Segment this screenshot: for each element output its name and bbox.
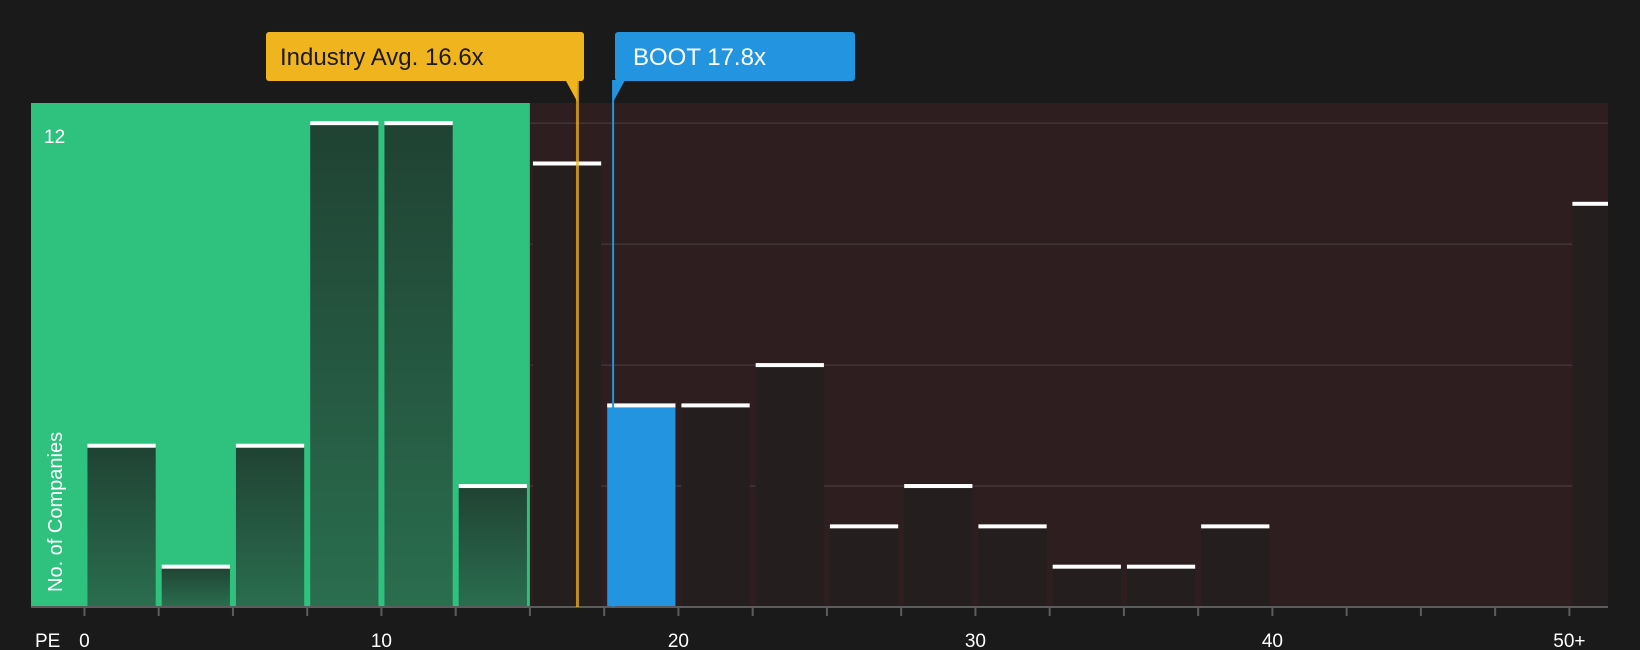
y-axis-label-text: No. of Companies — [45, 432, 67, 592]
histogram-bar-cap — [829, 524, 899, 529]
histogram-bar — [1201, 526, 1270, 607]
histogram-bar — [755, 365, 824, 607]
histogram-bar-cap — [532, 161, 602, 166]
histogram-bar — [978, 526, 1047, 607]
x-tick-label: 0 — [79, 631, 90, 650]
histogram-bar-cap — [1572, 201, 1608, 206]
histogram-bar — [161, 566, 230, 607]
histogram-bar-cap — [978, 524, 1047, 529]
histogram-bar-cap — [1126, 564, 1196, 569]
x-tick-label: 30 — [965, 631, 986, 650]
histogram-bar — [235, 445, 305, 607]
x-tick-label: 10 — [371, 631, 392, 650]
y-tick-label: 12 — [44, 127, 65, 148]
x-tick-label: 50+ — [1553, 631, 1585, 650]
histogram-bar-cap — [161, 564, 230, 569]
histogram-bar — [532, 163, 602, 608]
company-pe-label: BOOT 17.8x — [633, 44, 766, 71]
histogram-bar — [829, 526, 899, 607]
x-axis-label: PE — [35, 631, 60, 650]
histogram-bar — [1572, 203, 1608, 608]
histogram-bar — [1052, 566, 1121, 607]
histogram-bar — [310, 123, 379, 607]
x-tick-label: 20 — [668, 631, 689, 650]
histogram-bar-cap — [1052, 564, 1121, 569]
histogram-bar-cap — [904, 484, 973, 489]
histogram-bar — [87, 445, 156, 607]
histogram-bar-cap — [607, 403, 676, 408]
company-pointer — [613, 80, 626, 102]
histogram-bar — [458, 486, 527, 607]
histogram-bar — [1126, 566, 1196, 607]
histogram-bar — [681, 405, 750, 607]
histogram-bar-cap — [1201, 524, 1270, 529]
histogram-bar — [607, 405, 676, 607]
x-tick-label: 40 — [1262, 631, 1283, 650]
histogram-bar-cap — [458, 484, 527, 489]
industry-average-pointer — [565, 80, 578, 102]
histogram-bar-cap — [755, 363, 824, 368]
histogram-bar — [384, 123, 453, 607]
histogram-bar-cap — [87, 443, 156, 448]
histogram-bar-cap — [310, 121, 379, 126]
industry-average-label: Industry Avg. 16.6x — [280, 44, 484, 71]
histogram-bar-cap — [681, 403, 750, 408]
histogram-bar-cap — [235, 443, 305, 448]
y-axis-label: No. of Companies — [45, 432, 67, 592]
histogram-bar — [904, 486, 973, 607]
histogram-bar-cap — [384, 121, 453, 126]
pe-distribution-chart: 0 10 20 30 40 50+ 12 No. of Companies PE Indu… — [31, 32, 1608, 650]
x-axis-ticks: 0 10 20 30 40 50+ — [79, 607, 1586, 650]
